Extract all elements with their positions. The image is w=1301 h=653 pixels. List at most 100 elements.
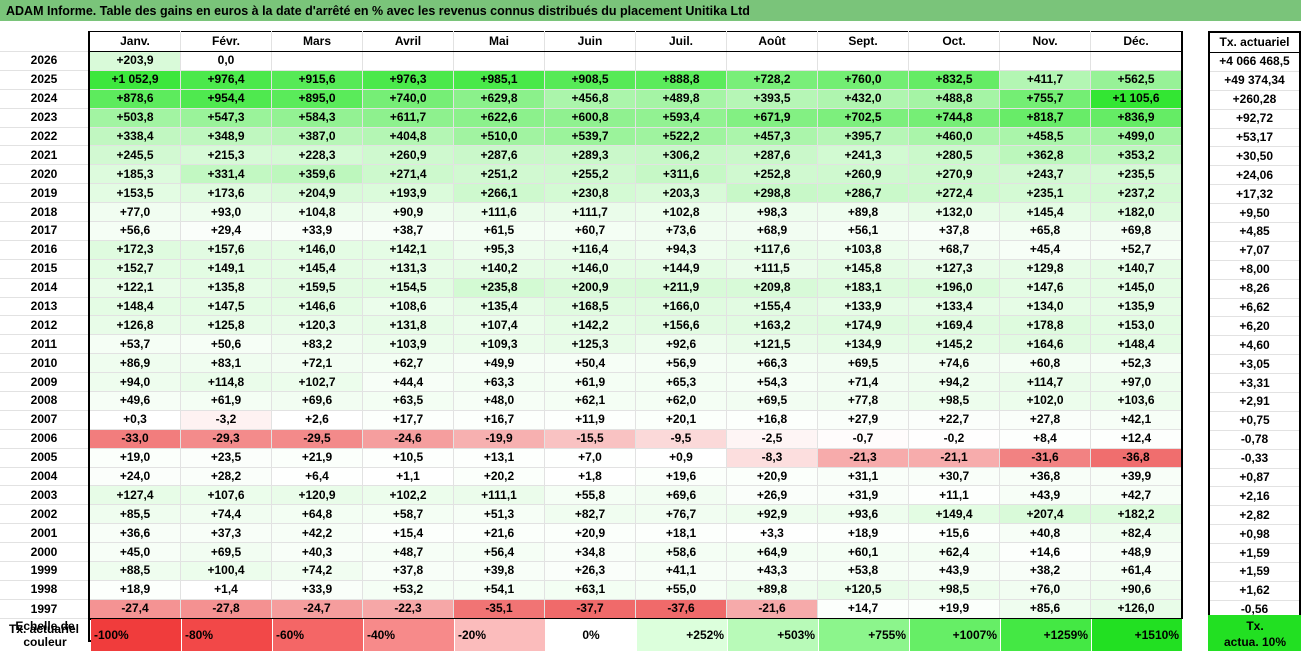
gain-cell: +457,3	[726, 126, 818, 147]
gain-cell: +121,5	[726, 334, 818, 355]
gain-cell: +117,6	[726, 239, 818, 260]
rate-row: +6,62	[1208, 298, 1301, 318]
rate-row: +3,31	[1208, 373, 1301, 394]
gain-cell: +31,9	[817, 485, 909, 506]
gain-cell: +83,1	[180, 353, 272, 374]
gain-cell: +13,1	[453, 447, 545, 468]
gain-cell: +145,4	[271, 258, 363, 279]
year-cell: 1998	[0, 579, 90, 600]
gain-cell: +63,5	[362, 391, 454, 411]
gain-cell: +306,2	[635, 145, 727, 166]
gain-cell: +702,5	[817, 107, 909, 128]
gain-cell: +39,8	[453, 561, 545, 581]
gain-cell: -8,3	[726, 447, 818, 468]
gain-cell	[908, 51, 1000, 71]
gain-cell: +228,3	[271, 145, 363, 166]
gain-cell: +12,4	[1090, 428, 1183, 449]
gain-cell: +163,2	[726, 315, 818, 336]
rate-cell: +260,28	[1208, 90, 1301, 110]
gain-cell: +522,2	[635, 126, 727, 147]
table-row: 2014 +122,1 +135,8 +159,5 +154,5 +235,8 +200,9…	[0, 277, 1183, 298]
gain-cell: +169,4	[908, 315, 1000, 336]
gain-cell: +76,0	[999, 579, 1091, 600]
rate-row: +2,16	[1208, 486, 1301, 507]
gain-cell: +183,1	[817, 277, 909, 298]
gain-cell: +43,9	[908, 561, 1000, 581]
gain-cell: +90,6	[1090, 579, 1183, 600]
rate-row: +6,20	[1208, 316, 1301, 337]
gain-cell: +6,4	[271, 466, 363, 487]
gain-cell: +107,4	[453, 315, 545, 336]
gain-cell: +62,4	[908, 542, 1000, 563]
gain-cell: +103,8	[817, 239, 909, 260]
gain-cell: +252,8	[726, 164, 818, 185]
gain-cell: +64,9	[726, 542, 818, 563]
gain-cell: +671,9	[726, 107, 818, 128]
color-scale-item: +252%	[637, 619, 728, 651]
gain-cell: +89,8	[817, 202, 909, 223]
gain-cell: +204,9	[271, 183, 363, 204]
gain-cell: +20,9	[726, 466, 818, 487]
table-row: 2012 +126,8 +125,8 +120,3 +131,8 +107,4 +142,2…	[0, 315, 1183, 336]
month-header: Juil.	[635, 31, 727, 52]
gain-cell: +22,7	[908, 409, 1000, 430]
gain-cell: +458,5	[999, 126, 1091, 147]
gain-cell: +133,4	[908, 296, 1000, 317]
gain-cell: -21,3	[817, 447, 909, 468]
gain-cell: +157,6	[180, 239, 272, 260]
rate-cell: +0,87	[1208, 468, 1301, 488]
year-cell: 2022	[0, 126, 90, 147]
gain-cell: +976,3	[362, 69, 454, 90]
color-scale-item: +1259%	[1001, 619, 1092, 651]
gain-cell: +888,8	[635, 69, 727, 90]
gain-cell: -27,8	[180, 598, 272, 620]
gain-cell: +728,2	[726, 69, 818, 90]
gain-cell: +45,4	[999, 239, 1091, 260]
table-row: 2018 +77,0 +93,0 +104,8 +90,9 +111,6 +111,7 +10…	[0, 202, 1183, 223]
table-row: 2007 +0,3 -3,2 +2,6 +17,7 +16,7 +11,9 +20,1 +16,…	[0, 409, 1183, 430]
gain-cell: +21,6	[453, 523, 545, 544]
year-cell: 2023	[0, 107, 90, 128]
gain-cell: +20,9	[544, 523, 636, 544]
gain-cell	[1090, 51, 1183, 71]
gain-cell	[635, 51, 727, 71]
gain-cell: +92,9	[726, 504, 818, 525]
gain-cell: +260,9	[362, 145, 454, 166]
gain-cell: +43,3	[726, 561, 818, 581]
gain-cell: +0,9	[635, 447, 727, 468]
gain-cell: +2,6	[271, 409, 363, 430]
year-cell: 2002	[0, 504, 90, 525]
gain-cell: +50,6	[180, 334, 272, 355]
gain-cell: +111,5	[726, 258, 818, 279]
year-cell: 2019	[0, 183, 90, 204]
month-header: Oct.	[908, 31, 1000, 52]
table-row: 2021 +245,5 +215,3 +228,3 +260,9 +287,6 +289,3…	[0, 145, 1183, 166]
gain-cell: +14,7	[817, 598, 909, 620]
rate-scale-line2: actua. 10%	[1223, 635, 1287, 649]
report-title: ADAM Informe. Table des gains en euros à…	[0, 0, 1301, 22]
gain-cell: +395,7	[817, 126, 909, 147]
gain-cell: +93,0	[180, 202, 272, 223]
gain-cell: +23,5	[180, 447, 272, 468]
year-cell: 2017	[0, 221, 90, 241]
gain-cell: +66,3	[726, 353, 818, 374]
gain-cell: +31,1	[817, 466, 909, 487]
gain-cell: +49,6	[88, 391, 181, 411]
gain-cell: +42,1	[1090, 409, 1183, 430]
gain-cell: +104,8	[271, 202, 363, 223]
gain-cell: -3,2	[180, 409, 272, 430]
gain-cell: +132,0	[908, 202, 1000, 223]
gain-cell: +55,0	[635, 579, 727, 600]
gain-cell: +260,9	[817, 164, 909, 185]
gain-cell: +818,7	[999, 107, 1091, 128]
gain-cell: +60,7	[544, 221, 636, 241]
gain-cell: +18,1	[635, 523, 727, 544]
gain-cell: +36,6	[88, 523, 181, 544]
gain-cell: +95,3	[453, 239, 545, 260]
gain-cell: +172,3	[88, 239, 181, 260]
gain-cell	[999, 51, 1091, 71]
rate-cell: +0,98	[1208, 524, 1301, 545]
gain-cell: +629,8	[453, 88, 545, 109]
rate-cell: +6,20	[1208, 316, 1301, 337]
gain-cell: +107,6	[180, 485, 272, 506]
